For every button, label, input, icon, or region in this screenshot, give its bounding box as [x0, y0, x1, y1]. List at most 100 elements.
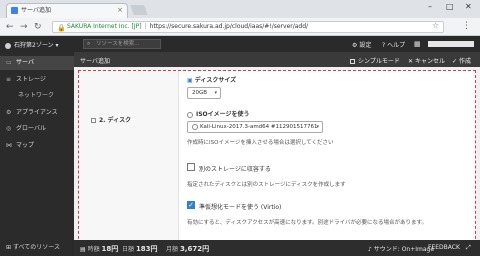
iso-note: 作成時にISOイメージを挿入させる場合は選択してください	[187, 140, 334, 146]
address-bar: ← → ↻ 🔒 SAKURA Internet Inc. [JP] | https:…	[0, 18, 480, 36]
expand-icon[interactable]: ⤢	[466, 244, 471, 252]
disk-settings-panel: 2. ディスク ▣ ディスクサイズ 20GB ▾ ISOイメージを使う Kali-…	[78, 70, 476, 254]
other-storage-label: 別のストレージに収容する	[199, 166, 271, 173]
all-resources-link[interactable]: ⊞ すべてのリソース	[6, 242, 60, 251]
sound-toggle[interactable]: ♪ サウンド: On+Image	[368, 244, 434, 253]
hourly-label: 時額	[87, 246, 100, 253]
feedback-button[interactable]: FEEDBACK	[428, 244, 460, 251]
sound-icon: ♪	[368, 246, 372, 253]
sound-label: サウンド: On+Image	[373, 246, 435, 253]
disk-size-select[interactable]: 20GB ▾	[187, 87, 221, 99]
simple-mode-toggle[interactable]: シンプルモード	[350, 56, 400, 65]
yen-icon: ▤	[80, 246, 86, 253]
storage-icon: ≡	[6, 76, 12, 83]
sidebar-item-label: サーバ	[16, 59, 34, 66]
hourly-value: 18円	[101, 245, 119, 253]
zone-selector[interactable]: 石狩第2ゾーン ▾	[5, 40, 58, 49]
iso-radio[interactable]	[187, 111, 193, 118]
settings-label: 設定	[359, 42, 372, 49]
sidebar-item-label: グローバル	[16, 125, 46, 132]
maximize-icon[interactable]: □	[446, 2, 454, 11]
resource-search-input[interactable]: ⌕ リソースを検索...	[83, 39, 161, 49]
hourly-price: ▤ 時額 18円	[80, 244, 118, 254]
grid-menu-icon[interactable]: ▦	[414, 40, 421, 48]
app-header: 石狩第2ゾーン ▾ ⌕ リソースを検索... ⚙ 設定 ? ヘルプ ▦	[0, 36, 480, 52]
map-icon: ⋈	[6, 142, 12, 149]
simple-mode-label: シンプルモード	[358, 58, 400, 65]
sidebar-item-map[interactable]: ⋈ マップ	[0, 139, 74, 153]
sidebar-item-label: ネットワーク	[18, 92, 55, 99]
disk-section-title: 2. ディスク	[99, 117, 132, 124]
sidebar-item-label: ストレージ	[16, 76, 46, 83]
browser-tab[interactable]: サーバ追加 ×	[6, 3, 128, 18]
bookmark-star-icon[interactable]: ☆	[432, 21, 439, 30]
other-storage-note: 指定されたディスクとは別のストレージにディスクを作成します	[187, 182, 346, 188]
sidebar-item-global[interactable]: ◎ グローバル	[0, 122, 74, 136]
window-close-icon[interactable]: ✕	[465, 2, 472, 11]
back-icon[interactable]: ←	[6, 21, 14, 33]
server-icon: ▭	[6, 59, 12, 66]
zone-icon	[5, 42, 11, 49]
monthly-price: 月額 3,672円	[166, 244, 209, 254]
account-menu[interactable]	[428, 41, 474, 47]
new-tab-button[interactable]	[130, 5, 148, 15]
help-label: ヘルプ	[387, 42, 406, 49]
disk-size-icon: ▣	[187, 77, 193, 84]
minimize-icon[interactable]: –	[428, 2, 432, 11]
close-tab-icon[interactable]: ×	[117, 4, 123, 17]
price-footer: ▤ 時額 18円 日額 183円 月額 3,672円 ♪ サウンド: On+Im…	[74, 240, 480, 256]
gear-icon: ⚙	[352, 42, 358, 49]
iso-option[interactable]: ISOイメージを使う	[187, 109, 250, 118]
chevron-down-icon: ▾	[214, 90, 217, 96]
os-icon	[192, 123, 198, 130]
sidebar: ▭ サーバ ≡ ストレージ ネットワーク ⚙ アプライアンス ◎ グローバル ⋈ マップ …	[0, 52, 74, 256]
browser-tab-title: サーバ追加	[21, 7, 51, 14]
url-field[interactable]: 🔒 SAKURA Internet Inc. [JP] | https://secu…	[52, 21, 444, 33]
appliance-icon: ⚙	[6, 109, 12, 116]
other-storage-checkbox[interactable]	[187, 163, 195, 171]
iso-image-value: Kali-Linux-2017.3-amd64 #112901517761	[200, 124, 318, 130]
virtio-note: 有効にすると、ディスクアクセスが高速になります。別途ドライバが必要になる場合があ…	[187, 220, 427, 226]
section-marker-icon	[91, 118, 96, 123]
virtio-checkbox[interactable]: ✓	[187, 201, 195, 209]
page-title: サーバ追加	[80, 58, 110, 65]
forward-icon[interactable]: →	[20, 21, 28, 33]
cancel-label: キャンセル	[414, 58, 445, 65]
site-identity: SAKURA Internet Inc. [JP]	[67, 23, 142, 30]
daily-price: 日額 183円	[122, 244, 158, 254]
main-content: サーバ追加 シンプルモード ✕ キャンセル ✓ 作成 2. ディスク ▣ ディス…	[74, 52, 480, 256]
search-icon: ⌕	[87, 40, 91, 47]
disk-size-value: 20GB	[192, 90, 208, 96]
create-label: 作成	[458, 58, 471, 65]
all-resources-label: すべてのリソース	[12, 244, 60, 251]
browser-menu-icon[interactable]: ⋮	[462, 21, 471, 31]
virtio-label: 準仮想化モードを使う (Virtio)	[199, 204, 282, 211]
reload-icon[interactable]: ↻	[34, 21, 42, 33]
page-subheader: サーバ追加 シンプルモード ✕ キャンセル ✓ 作成	[74, 52, 480, 67]
disk-size-label: ディスクサイズ	[194, 77, 237, 84]
sidebar-item-storage[interactable]: ≡ ストレージ	[0, 73, 74, 87]
monthly-value: 3,672円	[179, 245, 210, 253]
disk-size-heading: ▣ ディスクサイズ	[187, 75, 236, 84]
sidebar-item-network[interactable]: ネットワーク	[0, 89, 74, 103]
section-label-column: 2. ディスク	[79, 71, 179, 253]
monthly-label: 月額	[166, 246, 179, 253]
sidebar-item-label: マップ	[16, 142, 35, 149]
favicon-icon	[11, 7, 18, 14]
iso-image-select[interactable]: Kali-Linux-2017.3-amd64 #112901517761 ▾	[187, 121, 323, 133]
settings-button[interactable]: ⚙ 設定	[352, 40, 371, 49]
create-button[interactable]: ✓ 作成	[452, 56, 471, 65]
chevron-down-icon: ▾	[316, 124, 319, 130]
daily-label: 日額	[122, 246, 135, 253]
lock-icon: 🔒	[57, 24, 66, 32]
globe-icon: ◎	[6, 125, 12, 132]
iso-label: ISOイメージを使う	[196, 111, 250, 118]
checkbox-icon	[350, 59, 355, 64]
daily-value: 183円	[135, 245, 158, 253]
help-button[interactable]: ? ヘルプ	[382, 40, 405, 49]
cancel-button[interactable]: ✕ キャンセル	[408, 56, 445, 65]
sidebar-item-appliance[interactable]: ⚙ アプライアンス	[0, 106, 74, 120]
help-icon: ?	[382, 42, 386, 49]
search-placeholder: リソースを検索...	[96, 41, 140, 47]
sidebar-item-server[interactable]: ▭ サーバ	[0, 56, 74, 70]
